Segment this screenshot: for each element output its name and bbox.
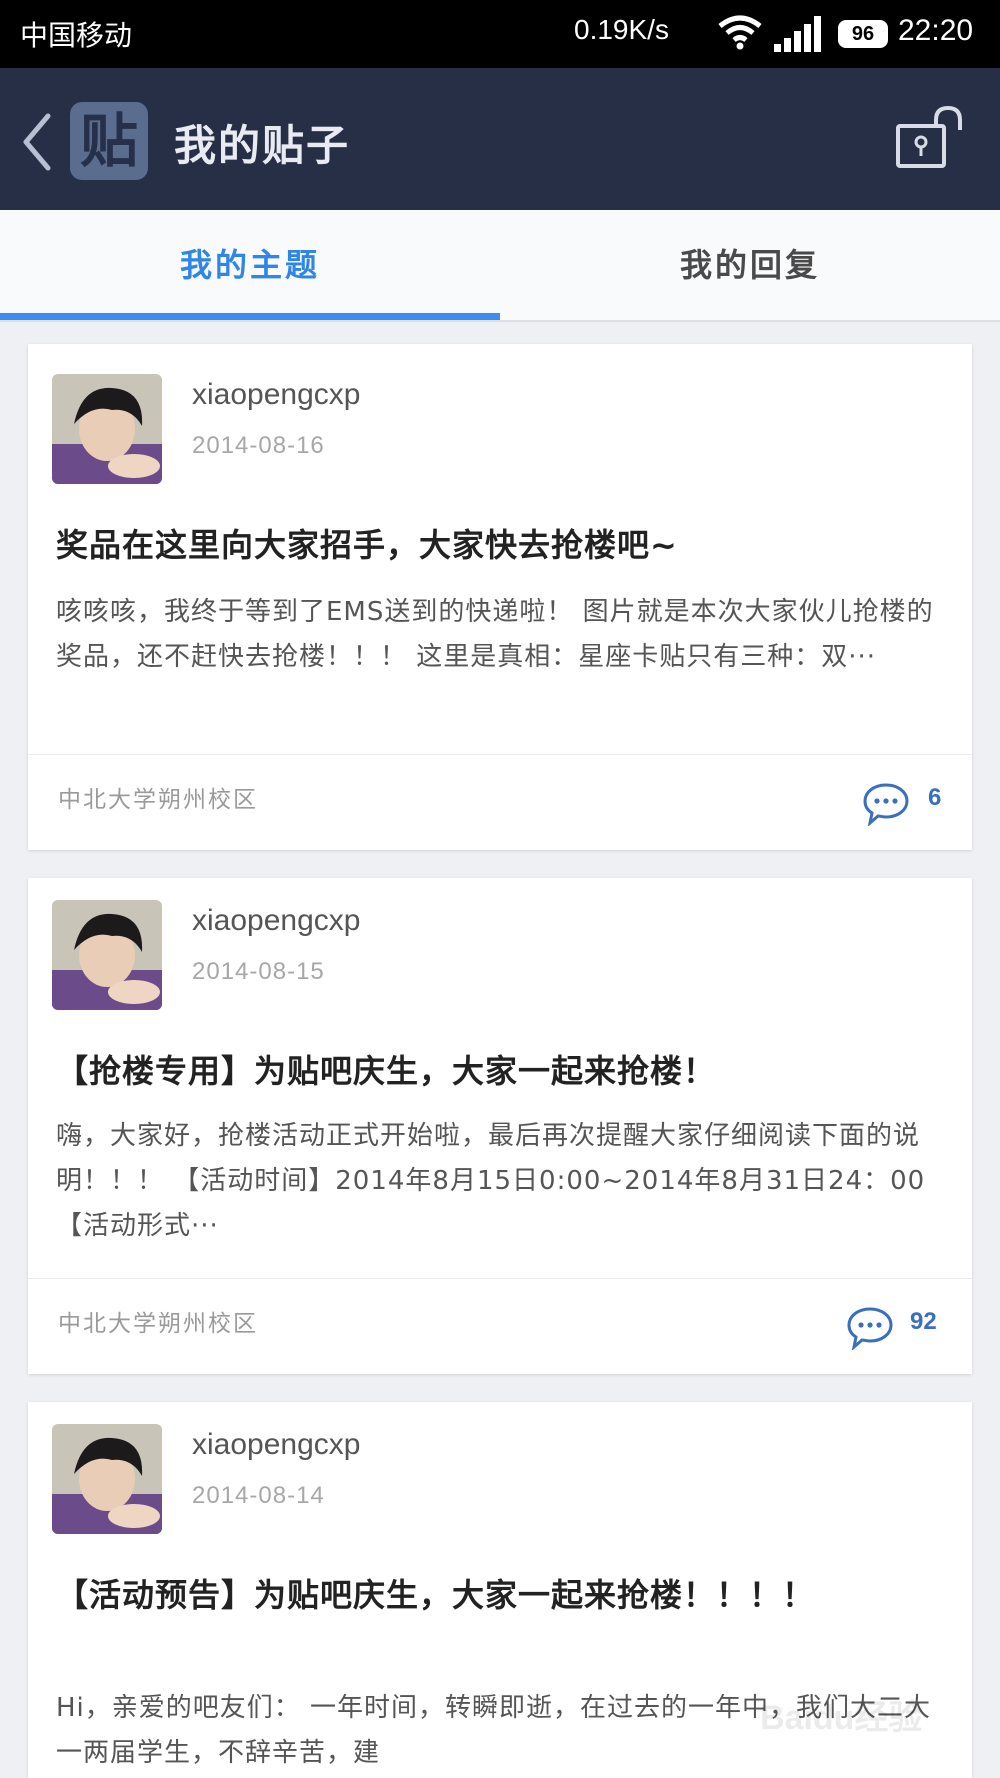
post-title[interactable]: 【抢楼专用】为贴吧庆生，大家一起来抢楼！ <box>56 1046 952 1096</box>
signal-icon <box>774 16 821 52</box>
post-title[interactable]: 【活动预告】为贴吧庆生，大家一起来抢楼！！！！ <box>56 1570 876 1620</box>
avatar[interactable] <box>52 374 162 484</box>
unlock-icon[interactable] <box>894 104 966 172</box>
wifi-icon <box>718 15 762 50</box>
clock: 22:20 <box>898 14 974 47</box>
tab-bar: 我的主题 我的回复 <box>0 210 1000 322</box>
post-card[interactable]: xiaopengcxp 2014-08-16 奖品在这里向大家招手，大家快去抢楼… <box>28 344 972 850</box>
status-bar: 中国移动 0.19K/s 96 22:20 <box>0 0 1000 68</box>
app-header: 贴 我的贴子 <box>0 68 1000 210</box>
network-speed: 0.19K/s <box>574 14 669 45</box>
post-author[interactable]: xiaopengcxp <box>192 1428 360 1462</box>
comment-icon[interactable] <box>846 1306 894 1350</box>
forum-name[interactable]: 中北大学朔州校区 <box>58 1304 258 1338</box>
tab-my-replies[interactable]: 我的回复 <box>500 210 1000 320</box>
post-date: 2014-08-15 <box>192 958 325 985</box>
active-tab-indicator <box>0 313 500 320</box>
back-arrow-icon[interactable] <box>20 112 56 172</box>
post-title[interactable]: 奖品在这里向大家招手，大家快去抢楼吧~ <box>56 520 952 570</box>
post-author[interactable]: xiaopengcxp <box>192 904 360 938</box>
post-author[interactable]: xiaopengcxp <box>192 378 360 412</box>
watermark: Baidu经验 <box>760 1699 923 1737</box>
avatar[interactable] <box>52 1424 162 1534</box>
forum-name[interactable]: 中北大学朔州校区 <box>58 780 258 814</box>
comment-count: 6 <box>928 784 942 811</box>
card-divider <box>28 1278 972 1279</box>
post-date: 2014-08-14 <box>192 1482 325 1509</box>
tab-my-topics[interactable]: 我的主题 <box>0 210 500 320</box>
post-card[interactable]: xiaopengcxp 2014-08-15 【抢楼专用】为贴吧庆生，大家一起来… <box>28 878 972 1374</box>
comment-count: 92 <box>910 1308 937 1335</box>
post-excerpt[interactable]: 咳咳咳，我终于等到了EMS送到的快递啦！ 图片就是本次大家伙儿抢楼的奖品，还不赶… <box>56 590 952 680</box>
card-divider <box>28 754 972 755</box>
post-excerpt[interactable]: 嗨，大家好，抢楼活动正式开始啦，最后再次提醒大家仔细阅读下面的说明！！！ 【活动… <box>56 1114 952 1249</box>
battery-level: 96 <box>851 23 875 45</box>
battery-icon: 96 <box>838 20 888 48</box>
app-logo: 贴 <box>70 102 148 180</box>
avatar[interactable] <box>52 900 162 1010</box>
carrier-label: 中国移动 <box>20 20 133 51</box>
page-title: 我的贴子 <box>174 121 351 170</box>
post-date: 2014-08-16 <box>192 432 325 459</box>
comment-icon[interactable] <box>862 782 910 826</box>
